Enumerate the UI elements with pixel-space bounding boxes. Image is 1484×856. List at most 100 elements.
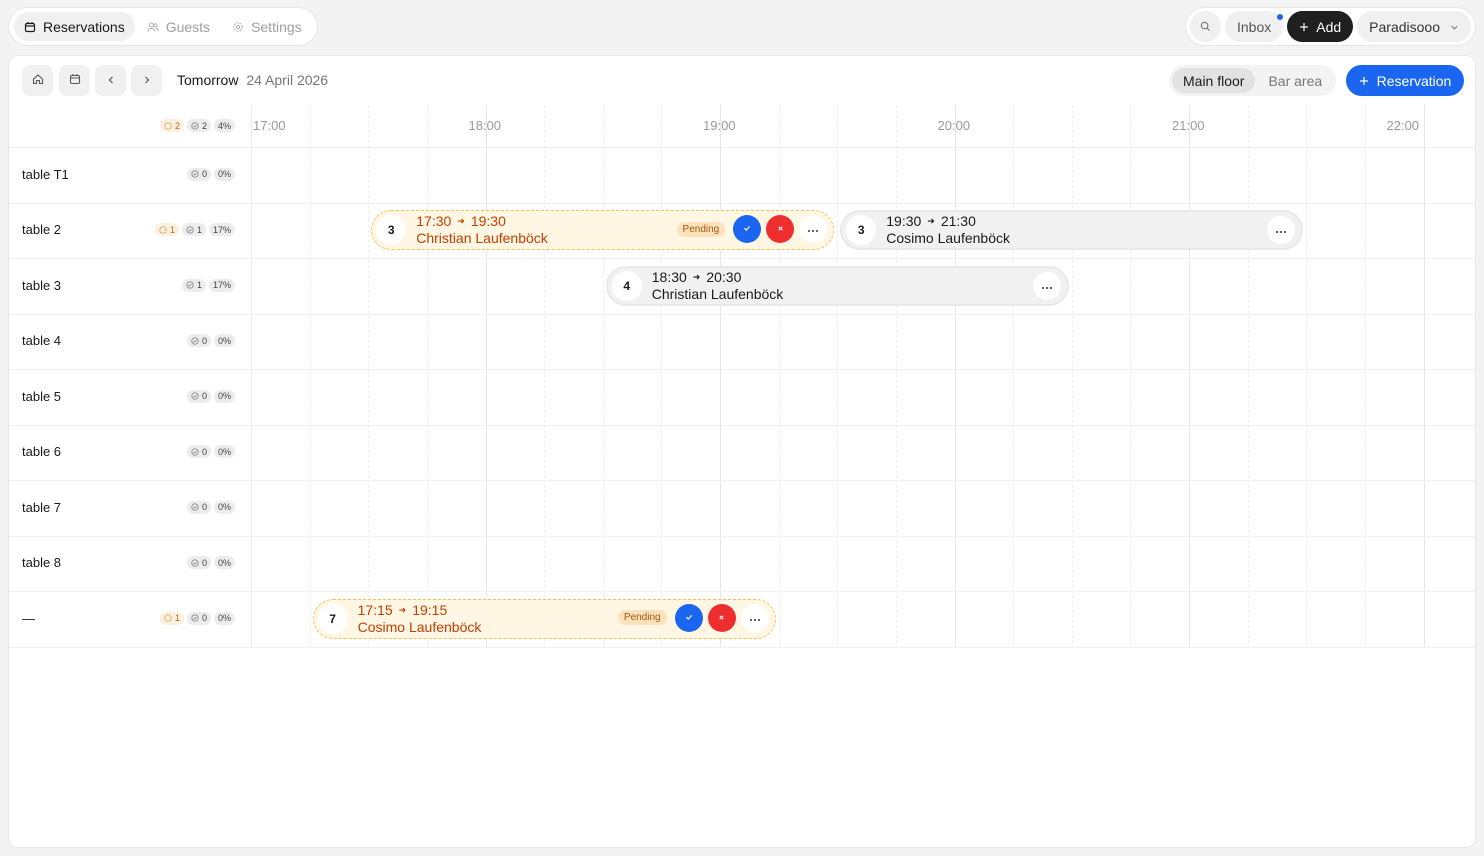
table-occupancy-stats: 1 17% xyxy=(181,278,235,292)
pending-count: 1 xyxy=(169,224,175,235)
time-label: 19:00 xyxy=(703,118,736,133)
table-name: table 5 xyxy=(22,388,62,404)
users-icon xyxy=(147,21,159,33)
confirmed-count: 0 xyxy=(201,335,207,346)
arrow-right-icon: ➜ xyxy=(927,216,935,227)
occupancy-percent-badge: 0% xyxy=(213,556,235,570)
reservation-actions: Pending xyxy=(617,603,769,632)
arrow-right-icon: ➜ xyxy=(457,216,465,227)
decline-button[interactable] xyxy=(707,603,736,632)
confirmed-count-badge: 2 xyxy=(186,119,211,132)
check-circle-icon xyxy=(191,392,199,400)
grid-line xyxy=(9,202,1475,204)
more-horizontal-icon xyxy=(1041,277,1053,295)
new-reservation-button[interactable]: Reservation xyxy=(1346,65,1464,96)
reservation-block[interactable]: 3 19:30 ➜ 21:30 Cosimo Laufenböck xyxy=(840,210,1304,251)
date-picker-button[interactable] xyxy=(59,65,90,96)
grid-line xyxy=(895,105,897,648)
occupancy-percent-badge: 0% xyxy=(213,445,235,459)
occupancy-percent-badge: 17% xyxy=(208,223,235,237)
accept-button[interactable] xyxy=(733,215,762,244)
tab-settings[interactable]: Settings xyxy=(222,12,312,41)
top-bar: Reservations Guests Settings Inbox Add P… xyxy=(0,0,1484,52)
accept-button[interactable] xyxy=(674,603,703,632)
grid-line xyxy=(1306,105,1308,648)
reservation-info: 18:30 ➜ 20:30 Christian Laufenböck xyxy=(652,269,784,303)
tab-settings-label: Settings xyxy=(251,18,302,35)
grid-line xyxy=(1364,105,1366,648)
confirmed-count: 0 xyxy=(201,169,207,180)
reservation-block[interactable]: 4 18:30 ➜ 20:30 Christian Laufenböck xyxy=(605,265,1069,306)
venue-selector[interactable]: Paradisooo xyxy=(1357,11,1471,42)
confirmed-count-badge: 0 xyxy=(186,334,211,348)
header-actions: Inbox Add Paradisooo xyxy=(1185,7,1476,46)
next-day-button[interactable] xyxy=(131,65,162,96)
confirmed-count: 0 xyxy=(201,557,207,568)
time-label: 17:00 xyxy=(253,118,286,133)
confirmed-count-badge: 1 xyxy=(181,223,206,237)
check-circle-icon xyxy=(186,226,194,234)
reservation-end-time: 20:30 xyxy=(706,268,742,285)
confirmed-count-badge: 0 xyxy=(186,167,211,181)
guest-name: Christian Laufenböck xyxy=(416,230,548,247)
grid-line xyxy=(1071,105,1073,648)
guest-name: Cosimo Laufenböck xyxy=(886,230,1010,247)
more-options-button[interactable] xyxy=(799,215,828,244)
occupancy-percent-badge: 0% xyxy=(213,611,235,625)
home-button[interactable] xyxy=(22,65,53,96)
table-name: table 2 xyxy=(22,222,62,238)
current-date: Tomorrow 24 April 2026 xyxy=(177,72,328,88)
pending-count-badge: 2 xyxy=(159,119,184,132)
grid-line xyxy=(368,105,370,648)
table-occupancy-stats: 0 0% xyxy=(186,167,235,181)
table-name: table T1 xyxy=(22,166,69,182)
occupancy-percent-badge: 4% xyxy=(213,119,235,132)
more-options-button[interactable] xyxy=(740,603,769,632)
grid-line xyxy=(1013,105,1015,648)
decline-button[interactable] xyxy=(766,215,795,244)
reservation-block[interactable]: 7 17:15 ➜ 19:15 Cosimo Laufenböck Pending xyxy=(312,598,776,639)
grid-line xyxy=(1247,105,1249,648)
grid-line xyxy=(1189,105,1190,648)
grid-line xyxy=(426,105,428,648)
pending-count-badge: 1 xyxy=(154,223,179,237)
table-occupancy-stats: 0 0% xyxy=(186,556,235,570)
relative-day-label: Tomorrow xyxy=(177,72,239,88)
table-name: table 6 xyxy=(22,444,62,460)
table-occupancy-stats: 0 0% xyxy=(186,500,235,514)
time-label: 21:00 xyxy=(1172,118,1205,133)
guest-name: Cosimo Laufenböck xyxy=(357,618,482,635)
inbox-button[interactable]: Inbox xyxy=(1225,11,1284,42)
grid-line xyxy=(9,313,1475,315)
table-name: table 8 xyxy=(22,555,62,571)
more-horizontal-icon xyxy=(1275,221,1287,239)
area-bar-area[interactable]: Bar area xyxy=(1257,68,1333,93)
reservation-block[interactable]: 3 17:30 ➜ 19:30 Christian Laufenböck Pending xyxy=(371,210,835,251)
confirmed-count-badge: 0 xyxy=(186,500,211,514)
reservations-timeline-card: Tomorrow 24 April 2026 Main floor Bar ar… xyxy=(8,55,1476,848)
grid-line xyxy=(309,105,311,648)
previous-day-button[interactable] xyxy=(95,65,126,96)
inbox-notification-dot xyxy=(1277,14,1284,20)
tab-guests[interactable]: Guests xyxy=(137,12,220,41)
occupancy-percent-badge: 17% xyxy=(208,278,235,292)
area-main-floor[interactable]: Main floor xyxy=(1172,68,1256,93)
check-circle-icon xyxy=(191,503,199,511)
occupancy-percent-badge: 0% xyxy=(213,334,235,348)
area-switcher: Main floor Bar area xyxy=(1169,65,1337,96)
search-button[interactable] xyxy=(1190,11,1221,42)
add-button[interactable]: Add xyxy=(1287,11,1354,42)
more-options-button[interactable] xyxy=(1032,271,1061,300)
tab-reservations-label: Reservations xyxy=(43,18,125,35)
table-name: table 4 xyxy=(22,333,62,349)
reservation-end-time: 21:30 xyxy=(940,213,976,230)
party-size-badge: 3 xyxy=(376,215,407,246)
grid-line xyxy=(9,480,1475,481)
occupancy-percent-badge: 0% xyxy=(213,500,235,514)
check-icon xyxy=(742,220,752,238)
grid-line xyxy=(485,105,487,648)
status-badge: Pending xyxy=(676,221,726,237)
inbox-label: Inbox xyxy=(1237,18,1272,35)
tab-reservations[interactable]: Reservations xyxy=(14,12,135,41)
more-options-button[interactable] xyxy=(1267,216,1296,245)
